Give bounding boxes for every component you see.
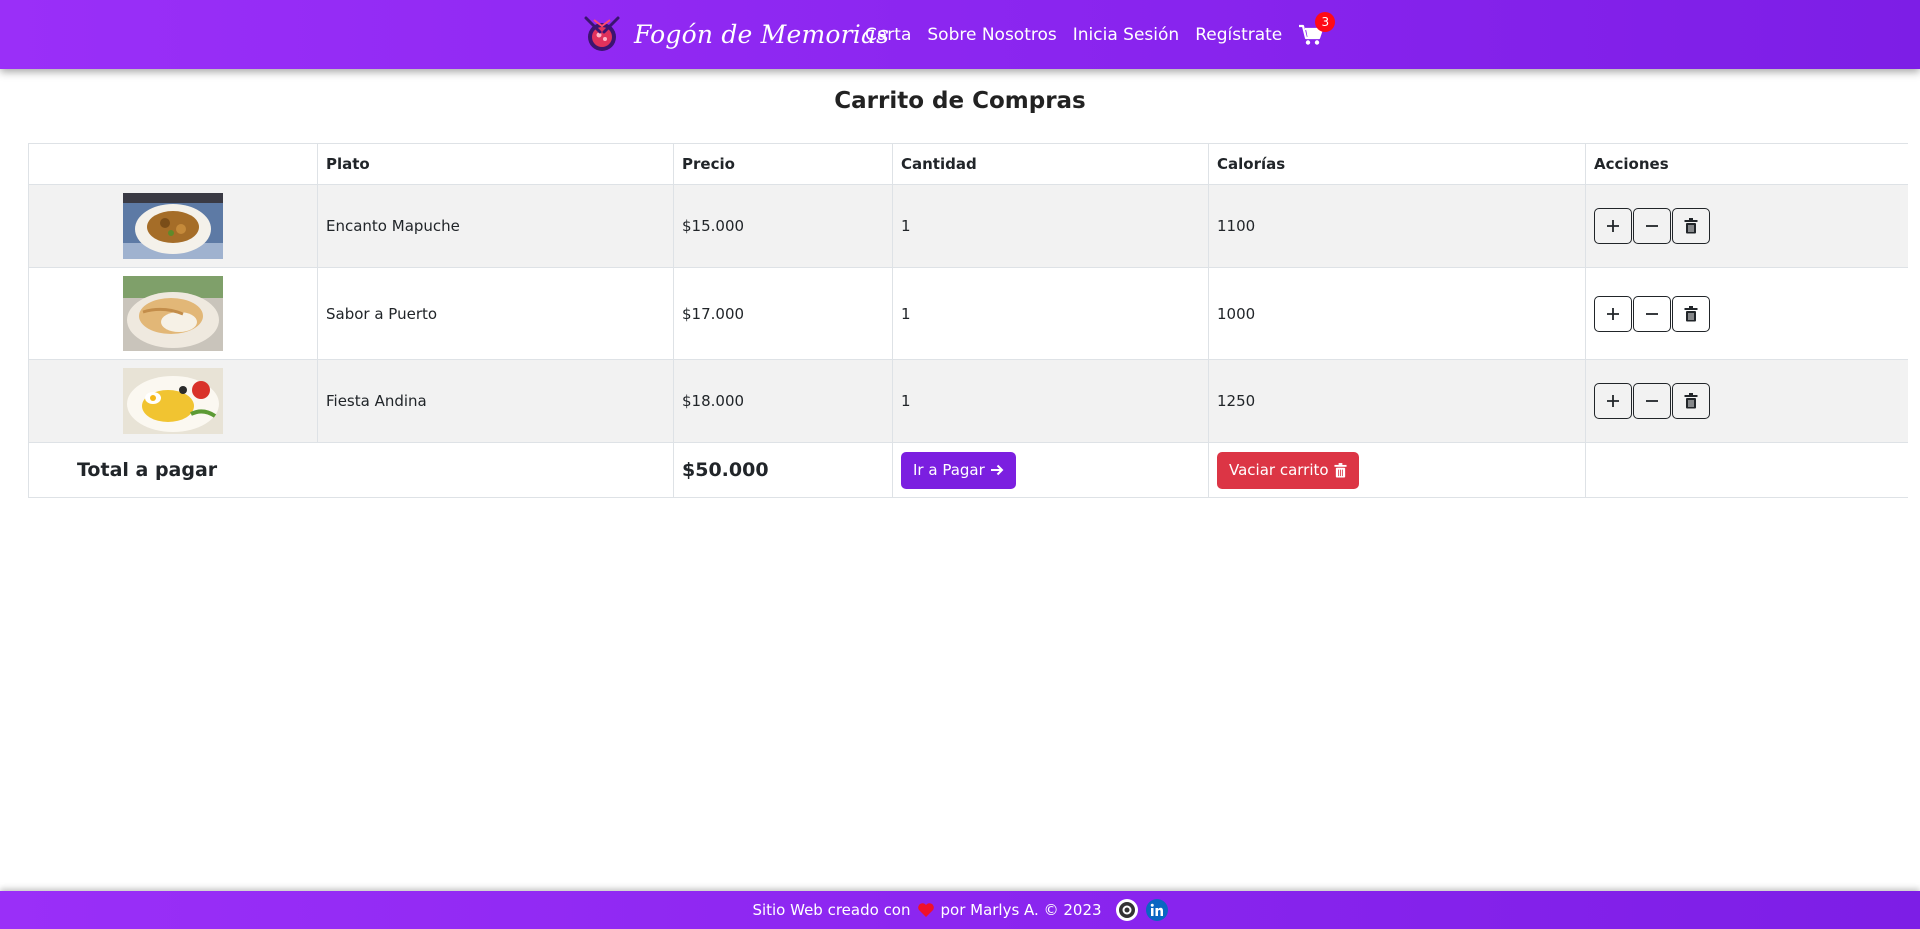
minus-icon [1646, 225, 1658, 227]
empty-cart-button-label: Vaciar carrito [1229, 461, 1329, 479]
total-value: $50.000 [673, 442, 893, 498]
footer-text-after: por Marlys A. © 2023 [940, 901, 1102, 919]
actions-cell [1585, 359, 1908, 443]
empty-cart-cell: Vaciar carrito [1208, 442, 1586, 498]
remove-item-button[interactable] [1672, 208, 1710, 244]
cart-table: Plato Precio Cantidad Calorías Acciones [28, 143, 1908, 498]
dish-image [123, 368, 223, 434]
nav-link-sobre-nosotros[interactable]: Sobre Nosotros [927, 25, 1056, 45]
minus-icon [1646, 400, 1658, 402]
increase-quantity-button[interactable] [1594, 383, 1632, 419]
dish-quantity: 1 [892, 267, 1209, 360]
plus-icon [1607, 307, 1619, 320]
heart-icon [917, 902, 935, 918]
dish-image [123, 193, 223, 259]
minus-icon [1646, 312, 1658, 315]
footer-text-before: Sitio Web creado con [752, 901, 911, 919]
header-precio: Precio [673, 143, 893, 185]
remove-item-button[interactable] [1672, 383, 1710, 419]
logo-icon [584, 16, 620, 51]
dish-image-cell [28, 267, 318, 360]
dish-quantity: 1 [892, 359, 1209, 443]
empty-cart-button[interactable]: Vaciar carrito [1217, 451, 1359, 489]
table-header-row: Plato Precio Cantidad Calorías Acciones [28, 143, 1908, 185]
arrow-right-icon [990, 464, 1004, 476]
dish-name: Encanto Mapuche [317, 184, 674, 268]
header-image [28, 143, 318, 185]
footer: Sitio Web creado con por Marlys A. © 202… [0, 891, 1920, 929]
total-row: Total a pagar $50.000 Ir a Pagar Vaciar … [28, 442, 1908, 498]
plus-icon [1607, 395, 1619, 407]
table-row: Sabor a Puerto $17.000 1 1000 [28, 267, 1908, 360]
dish-calories: 1250 [1208, 359, 1586, 443]
dish-calories: 1100 [1208, 184, 1586, 268]
dish-name: Fiesta Andina [317, 359, 674, 443]
dish-image-cell [28, 359, 318, 443]
navbar: Fogón de Memorias Carta Sobre Nosotros I… [0, 0, 1920, 69]
plus-icon [1607, 220, 1619, 232]
brand[interactable]: Fogón de Memorias [580, 12, 889, 56]
actions-cell [1585, 184, 1908, 268]
dish-image-cell [28, 184, 318, 268]
dish-image [123, 276, 223, 351]
decrease-quantity-button[interactable] [1633, 295, 1671, 332]
nav-link-inicia-sesion[interactable]: Inicia Sesión [1073, 25, 1179, 45]
nav-link-carta[interactable]: Carta [865, 25, 911, 45]
remove-item-button[interactable] [1672, 295, 1710, 332]
dish-price: $17.000 [673, 267, 893, 360]
increase-quantity-button[interactable] [1594, 208, 1632, 244]
trash-icon [1684, 305, 1698, 321]
brand-name: Fogón de Memorias [634, 19, 890, 49]
nav-link-registrate[interactable]: Regístrate [1195, 25, 1282, 45]
nav-links: Carta Sobre Nosotros Inicia Sesión Regís… [865, 0, 1336, 69]
pay-cell: Ir a Pagar [892, 442, 1209, 498]
trash-icon [1334, 462, 1347, 477]
dish-calories: 1000 [1208, 267, 1586, 360]
header-acciones: Acciones [1585, 143, 1908, 185]
pay-button[interactable]: Ir a Pagar [901, 451, 1016, 489]
github-icon[interactable] [1115, 899, 1138, 921]
dish-name: Sabor a Puerto [317, 267, 674, 360]
table-row: Fiesta Andina $18.000 1 1250 [28, 359, 1908, 443]
cart-button[interactable]: 3 [1298, 11, 1336, 50]
increase-quantity-button[interactable] [1594, 295, 1632, 332]
cart-count-badge: 3 [1315, 11, 1336, 32]
trash-icon [1684, 218, 1698, 234]
total-label: Total a pagar [28, 442, 674, 498]
empty-cell [1585, 442, 1908, 498]
decrease-quantity-button[interactable] [1633, 383, 1671, 419]
header-plato: Plato [317, 143, 674, 185]
pay-button-label: Ir a Pagar [913, 461, 985, 479]
dish-quantity: 1 [892, 184, 1209, 268]
table-row: Encanto Mapuche $15.000 1 1100 [28, 184, 1908, 268]
header-calorias: Calorías [1208, 143, 1586, 185]
decrease-quantity-button[interactable] [1633, 208, 1671, 244]
social-links [1108, 899, 1168, 921]
dish-price: $15.000 [673, 184, 893, 268]
trash-icon [1684, 393, 1698, 409]
dish-price: $18.000 [673, 359, 893, 443]
header-cantidad: Cantidad [892, 143, 1209, 185]
actions-cell [1585, 267, 1908, 360]
page-title: Carrito de Compras [834, 88, 1086, 114]
linkedin-icon[interactable] [1145, 899, 1168, 921]
